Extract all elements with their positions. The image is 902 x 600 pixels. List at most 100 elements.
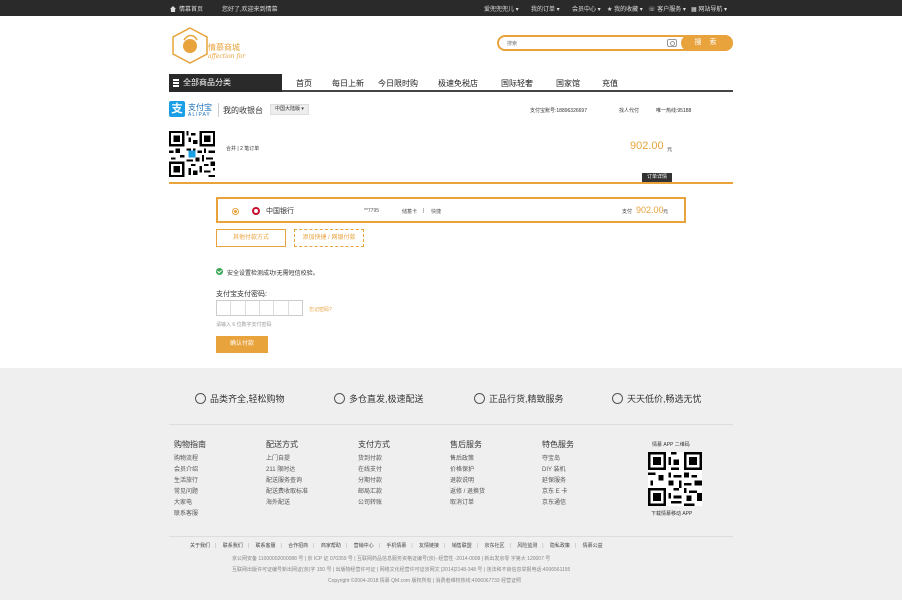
footer-link[interactable]: 常见问题 [174,487,206,498]
footer-link[interactable]: 公司转账 [358,498,390,509]
footer-column-delivery: 配送方式 上门自提 211 限时达 配送服务查询 配送费收取标准 海外配送 [266,439,308,509]
logo-icon[interactable] [170,26,210,64]
footer-link[interactable]: 商家帮助 [321,543,341,549]
qr-code-icon [169,131,215,177]
footer-link[interactable]: 手机情慕 [386,543,406,549]
footer-link[interactable]: 京东通信 [542,498,574,509]
footer-link[interactable]: 配送费收取标准 [266,487,308,498]
footer-link[interactable]: 延保服务 [542,476,574,487]
nav-luxury[interactable]: 国际轻奢 [501,78,533,89]
nav-flash-sale[interactable]: 今日限时购 [378,78,418,89]
footer-link[interactable]: 隐私政策 [550,543,570,549]
footer-link[interactable]: 购物流程 [174,454,206,465]
bank-name: 中国银行 [266,208,294,215]
separator: | [423,208,425,214]
password-digit[interactable] [289,301,302,315]
footer-link[interactable]: 合作招商 [288,543,308,549]
footer-link[interactable]: 退款说明 [450,476,485,487]
divider [169,536,733,537]
radio-selected-icon[interactable] [232,208,239,215]
footer-link[interactable]: 配送服务查询 [266,476,308,487]
welcome-text: 您好了,欢迎来到情慕 [222,7,278,13]
footer-link[interactable]: DIY 装机 [542,465,574,476]
password-digit[interactable] [246,301,260,315]
member-menu[interactable]: 会员中心 ▾ [572,4,601,13]
logo-subtitle: affection for [208,53,246,60]
search-button[interactable]: 搜 索 [681,35,733,51]
footer-link[interactable]: 售后政策 [450,454,485,465]
favorites-menu[interactable]: ★ 我的收藏 ▾ [607,4,643,13]
add-payment-button[interactable]: 添加快捷 / 网银付款 [294,229,364,247]
nav-home[interactable]: 首页 [296,78,312,89]
footer-link[interactable]: 京东 E 卡 [542,487,574,498]
footer-link[interactable]: 取消订单 [450,498,485,509]
footer-link[interactable]: 海外配送 [266,498,308,509]
footer-link[interactable]: 邮局汇款 [358,487,390,498]
check-icon [216,268,223,275]
license-line: 京公网安备 11000002000088 号 | 京 ICP 证 070359 … [232,556,551,562]
headset-icon: ☏ [648,7,656,13]
card-number: **7795 [364,208,380,214]
footer-link[interactable]: 京东社区 [484,543,504,549]
footer-link[interactable]: 211 限时达 [266,465,308,476]
pay-label: 支付 [622,209,633,215]
search-input[interactable] [507,38,657,49]
star-icon: ★ [607,7,613,13]
footer-link[interactable]: 大家电 [174,498,206,509]
forgot-password-link[interactable]: 忘记密码? [309,306,332,313]
footer-link[interactable]: 风险监测 [517,543,537,549]
footer-link[interactable]: 联系我们 [223,543,243,549]
footer-link[interactable]: 价格保护 [450,465,485,476]
footer-link[interactable]: 夺宝岛 [542,454,574,465]
camera-icon[interactable] [667,39,677,47]
alipay-logo: 支 支付宝 ALIPAY [169,101,215,121]
footer-link[interactable]: 联系客服 [255,543,275,549]
footer-link[interactable]: 联系客服 [174,509,206,520]
user-menu[interactable]: 爱兜兜兜儿 ▾ [484,4,519,13]
region-dropdown[interactable]: 中国大陆版 ▾ [270,104,309,115]
confirm-payment-button[interactable]: 确认付款 [216,336,268,353]
copyright-line: Copyright ©2004-2018 情慕 QM.com 版权所有 | 消费… [328,578,522,584]
payment-method-option[interactable]: 中国银行 **7795 储蓄卡 | 快捷 支付 902.00 元 [216,197,686,223]
all-categories-button[interactable]: 全部商品分类 [169,74,282,92]
footer-link[interactable]: 营销中心 [354,543,374,549]
footer-link[interactable]: 生活旅行 [174,476,206,487]
orders-menu[interactable]: 我的订单 ▾ [531,4,560,13]
sitemap-menu[interactable]: ▦ 网站导航 ▾ [691,4,727,13]
password-digit[interactable] [274,301,289,315]
grid-icon: ▦ [691,7,697,13]
password-digit[interactable] [260,301,275,315]
footer-link[interactable]: 分期付款 [358,476,390,487]
other-payment-button[interactable]: 其他付款方式 [216,229,286,247]
shopping-icon [195,393,206,404]
footer-link[interactable]: 销售联盟 [452,543,472,549]
nav-duty-free[interactable]: 极速免税店 [438,78,478,89]
amount-unit: 元 [667,147,673,153]
thumbs-up-icon [474,393,485,404]
footer-link[interactable]: 上门自提 [266,454,308,465]
password-digit[interactable] [217,301,232,315]
password-digit[interactable] [231,301,246,315]
order-detail-button[interactable]: 订单详情 [642,173,672,182]
proxy-pay-link[interactable]: 找人代付 [619,107,639,114]
card-type: 储蓄卡 [402,209,418,215]
footer-link[interactable]: 情慕公益 [583,543,603,549]
promo-item: 天天低价,畅选无忧 [612,392,702,405]
nav-country[interactable]: 国家馆 [556,78,580,89]
footer-link[interactable]: 货到付款 [358,454,390,465]
cart-icon [612,393,623,404]
pay-amount: 902.00 [636,205,664,215]
footer-link[interactable]: 返修 / 退换货 [450,487,485,498]
footer-link[interactable]: 友情链接 [419,543,439,549]
pay-unit: 元 [663,209,669,215]
footer-link[interactable]: 关于我们 [190,543,210,549]
footer-link[interactable]: 会员介绍 [174,465,206,476]
nav-new-daily[interactable]: 每日上新 [332,78,364,89]
password-input[interactable] [216,300,303,316]
home-link[interactable]: 情慕首页 [170,4,203,13]
nav-recharge[interactable]: 充值 [602,78,618,89]
fast-pay-label: 快捷 [431,209,442,215]
promo-item: 品类齐全,轻松购物 [195,392,285,405]
service-menu[interactable]: ☏ 客户服务 ▾ [648,4,686,13]
footer-link[interactable]: 在线支付 [358,465,390,476]
